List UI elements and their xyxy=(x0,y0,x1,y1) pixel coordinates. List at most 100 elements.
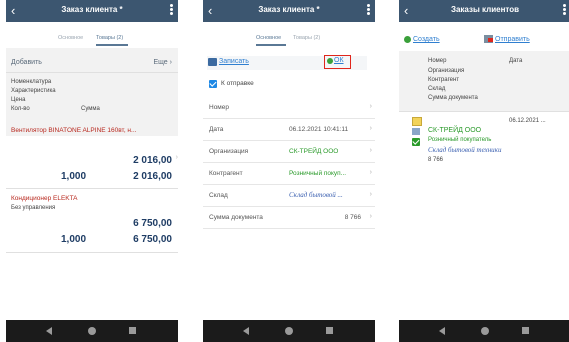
item-quantity: 1,000 xyxy=(61,171,87,182)
add-button[interactable]: Добавить xyxy=(11,59,42,66)
ok-icon xyxy=(327,58,333,64)
col-quantity: Кол-во xyxy=(11,106,30,112)
save-button[interactable]: Записать xyxy=(219,58,249,65)
sent-check-icon xyxy=(412,138,420,146)
title-bar: ‹ Заказы клиентов xyxy=(399,0,569,22)
phone-screen-order-main: ‹ Заказ клиента * Основное Товары (2) За… xyxy=(203,0,375,342)
field-row-organization[interactable]: Организация СК-ТРЕЙД ООО › xyxy=(203,140,375,163)
col-price: Цена xyxy=(11,97,26,103)
nav-recent-icon[interactable] xyxy=(326,327,333,334)
send-button[interactable]: Отправить xyxy=(495,36,530,43)
col-sum: Сумма xyxy=(81,106,100,112)
field-row-number[interactable]: Номер › xyxy=(203,96,375,119)
nav-back-icon[interactable] xyxy=(439,327,445,335)
tab-items[interactable]: Товары (2) xyxy=(96,35,123,41)
create-icon xyxy=(404,36,411,43)
field-label: Номер xyxy=(209,104,230,111)
tab-bar: Основное Товары (2) xyxy=(6,22,178,48)
kebab-menu-icon[interactable] xyxy=(366,3,370,17)
field-row-doc-sum[interactable]: Сумма документа 8 766 › xyxy=(203,206,375,229)
back-icon[interactable]: ‹ xyxy=(11,3,15,19)
item-sum: 2 016,00 xyxy=(133,171,172,182)
ok-button[interactable]: ОК xyxy=(334,57,344,64)
checkbox-label: К отправке xyxy=(221,80,254,87)
col-nomenclature: Номенклатура xyxy=(11,79,52,85)
more-button[interactable]: Еще › xyxy=(153,59,172,66)
tab-bar: Основное Товары (2) xyxy=(203,22,375,48)
field-value-warehouse: Склад бытовой ... xyxy=(289,191,343,199)
android-nav-bar xyxy=(203,320,375,342)
divider xyxy=(6,72,178,73)
title-bar: ‹ Заказ клиента * xyxy=(203,0,375,22)
screen-title: Заказ клиента * xyxy=(61,5,123,14)
tab-underline xyxy=(256,44,286,46)
item-quantity: 1,000 xyxy=(61,234,87,245)
field-label: Дата xyxy=(209,126,224,133)
android-nav-bar xyxy=(399,320,569,342)
back-icon[interactable]: ‹ xyxy=(208,3,212,19)
col-sum: Сумма документа xyxy=(428,95,478,101)
chevron-right-icon: › xyxy=(369,213,372,220)
chevron-right-icon: › xyxy=(369,147,372,154)
back-icon[interactable]: ‹ xyxy=(404,3,408,19)
nav-back-icon[interactable] xyxy=(46,327,52,335)
chevron-right-icon: › xyxy=(369,103,372,110)
field-label: Сумма документа xyxy=(209,214,263,221)
list-item[interactable]: Кондиционер ELEKTA Без управления 6 750,… xyxy=(6,190,178,253)
chevron-right-icon: › xyxy=(169,59,172,66)
chevron-right-icon: › xyxy=(175,154,178,161)
tab-main[interactable]: Основное xyxy=(256,35,281,41)
item-price: 6 750,00 xyxy=(133,218,172,229)
field-row-date[interactable]: Дата 06.12.2021 10:41:11 › xyxy=(203,118,375,141)
nav-recent-icon[interactable] xyxy=(129,327,136,334)
item-price: 2 016,00 xyxy=(133,155,172,166)
document-icon xyxy=(412,117,422,126)
col-organization: Организация xyxy=(428,68,465,74)
android-nav-bar xyxy=(6,320,178,342)
field-value-organization: СК-ТРЕЙД ООО xyxy=(289,148,339,155)
field-label: Организация xyxy=(209,148,249,155)
more-label: Еще xyxy=(153,59,168,66)
nav-home-icon[interactable] xyxy=(481,327,489,335)
field-value-doc-sum: 8 766 xyxy=(344,214,361,221)
tab-items[interactable]: Товары (2) xyxy=(293,35,320,41)
tab-main[interactable]: Основное xyxy=(58,35,83,41)
screen-title: Заказ клиента * xyxy=(258,5,320,14)
field-row-warehouse[interactable]: Склад Склад бытовой ... › xyxy=(203,184,375,207)
checkbox-to-send[interactable] xyxy=(209,80,217,88)
kebab-menu-icon[interactable] xyxy=(169,3,173,17)
col-number: Номер xyxy=(428,58,447,64)
item-name: Вентилятор BINATONE ALPINE 160вт, н... xyxy=(11,127,137,134)
orders-header: Номер Дата Организация Контрагент Склад … xyxy=(399,51,569,112)
table-row[interactable]: 06.12.2021 ... СК-ТРЕЙД ООО Розничный по… xyxy=(399,113,569,179)
col-warehouse: Склад xyxy=(428,86,446,92)
order-warehouse: Склад бытовой техники xyxy=(428,146,502,154)
nav-recent-icon[interactable] xyxy=(522,327,529,334)
col-date: Дата xyxy=(509,58,523,64)
phone-screen-order-items: ‹ Заказ клиента * Основное Товары (2) До… xyxy=(6,0,178,342)
kebab-menu-icon[interactable] xyxy=(562,3,566,17)
item-characteristic: Без управления xyxy=(11,205,56,211)
nav-home-icon[interactable] xyxy=(88,327,96,335)
posted-icon xyxy=(412,128,420,135)
create-button[interactable]: Создать xyxy=(413,36,440,43)
title-bar: ‹ Заказ клиента * xyxy=(6,0,178,22)
field-value-date: 06.12.2021 10:41:11 xyxy=(289,126,349,133)
nav-home-icon[interactable] xyxy=(285,327,293,335)
field-row-counterparty[interactable]: Контрагент Розничный покуп... › xyxy=(203,162,375,185)
order-date: 06.12.2021 ... xyxy=(509,118,546,124)
save-icon xyxy=(208,58,217,66)
send-icon-arrow xyxy=(488,38,493,42)
chevron-right-icon: › xyxy=(369,169,372,176)
col-counterparty: Контрагент xyxy=(428,77,460,83)
item-name: Кондиционер ELEKTA xyxy=(11,195,78,202)
list-item[interactable]: Вентилятор BINATONE ALPINE 160вт, н... 2… xyxy=(6,123,178,189)
order-sum: 8 766 xyxy=(428,157,444,163)
screen-title: Заказы клиентов xyxy=(450,5,520,14)
order-organization: СК-ТРЕЙД ООО xyxy=(428,127,482,134)
nav-back-icon[interactable] xyxy=(243,327,249,335)
field-label: Склад xyxy=(209,192,228,199)
chevron-right-icon: › xyxy=(369,125,372,132)
phone-screen-orders-list: ‹ Заказы клиентов Создать Отправить Номе… xyxy=(399,0,569,342)
order-counterparty: Розничный покупатель xyxy=(428,137,492,143)
